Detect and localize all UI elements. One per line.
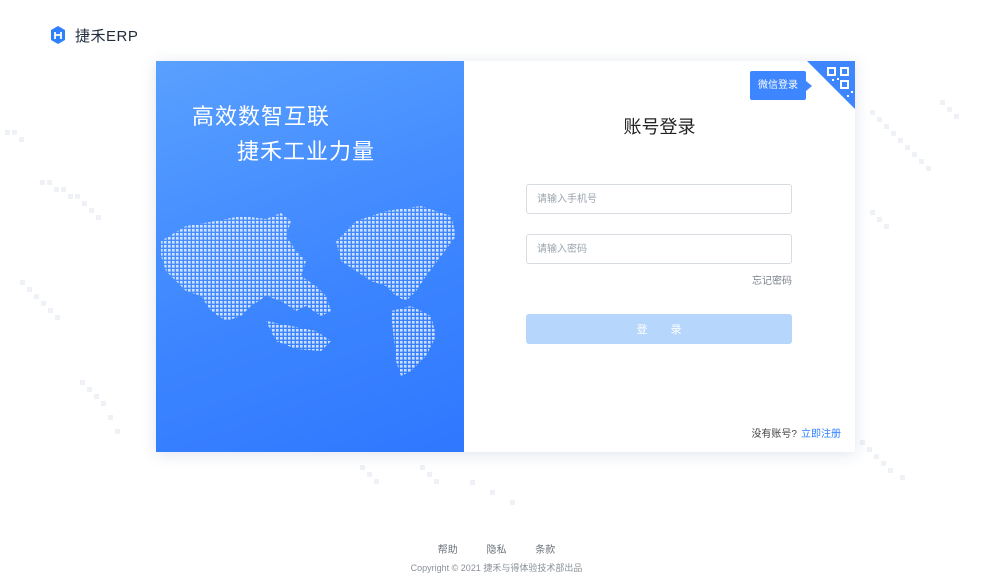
world-map-illustration [161, 206, 456, 376]
brand-name: 捷禾ERP [75, 27, 139, 45]
login-page: 捷禾ERP 高效数智互联 捷禾工业力量 微信登录 账号登录 请输入手机号 忘记密… [0, 0, 993, 583]
footer-link-terms[interactable]: 条款 [535, 545, 555, 556]
login-form-panel: 微信登录 账号登录 忘记密码 登 录 没有账号? 立即注册 [464, 61, 855, 452]
qrcode-icon[interactable] [807, 61, 855, 109]
login-title: 账号登录 [623, 117, 696, 137]
footer-link-privacy[interactable]: 隐私 [487, 545, 507, 556]
login-card: 高效数智互联 捷禾工业力量 微信登录 账号登录 请输入手机号 忘记密码 登 录 … [156, 61, 855, 452]
register-row: 没有账号? 立即注册 [751, 425, 841, 440]
wechat-login-tag[interactable]: 微信登录 [750, 71, 812, 100]
login-button[interactable]: 登 录 [526, 314, 792, 344]
footer-links: 帮助 隐私 条款 [0, 541, 993, 556]
register-link[interactable]: 立即注册 [801, 429, 841, 440]
brand-logo[interactable]: 捷禾ERP [47, 24, 138, 46]
slogan-line-2: 捷禾工业力量 [237, 139, 376, 164]
password-input[interactable] [526, 234, 792, 264]
slogan-line-1: 高效数智互联 [192, 104, 331, 129]
phone-input[interactable] [526, 184, 792, 214]
forgot-password-link[interactable]: 忘记密码 [752, 272, 792, 287]
footer-link-help[interactable]: 帮助 [438, 545, 458, 556]
hero-panel: 高效数智互联 捷禾工业力量 [156, 61, 464, 452]
no-account-text: 没有账号? [751, 429, 797, 440]
jiehe-logo-icon [51, 26, 65, 44]
copyright-text: Copyright © 2021 捷禾与得体验技术部出品 [410, 563, 583, 573]
